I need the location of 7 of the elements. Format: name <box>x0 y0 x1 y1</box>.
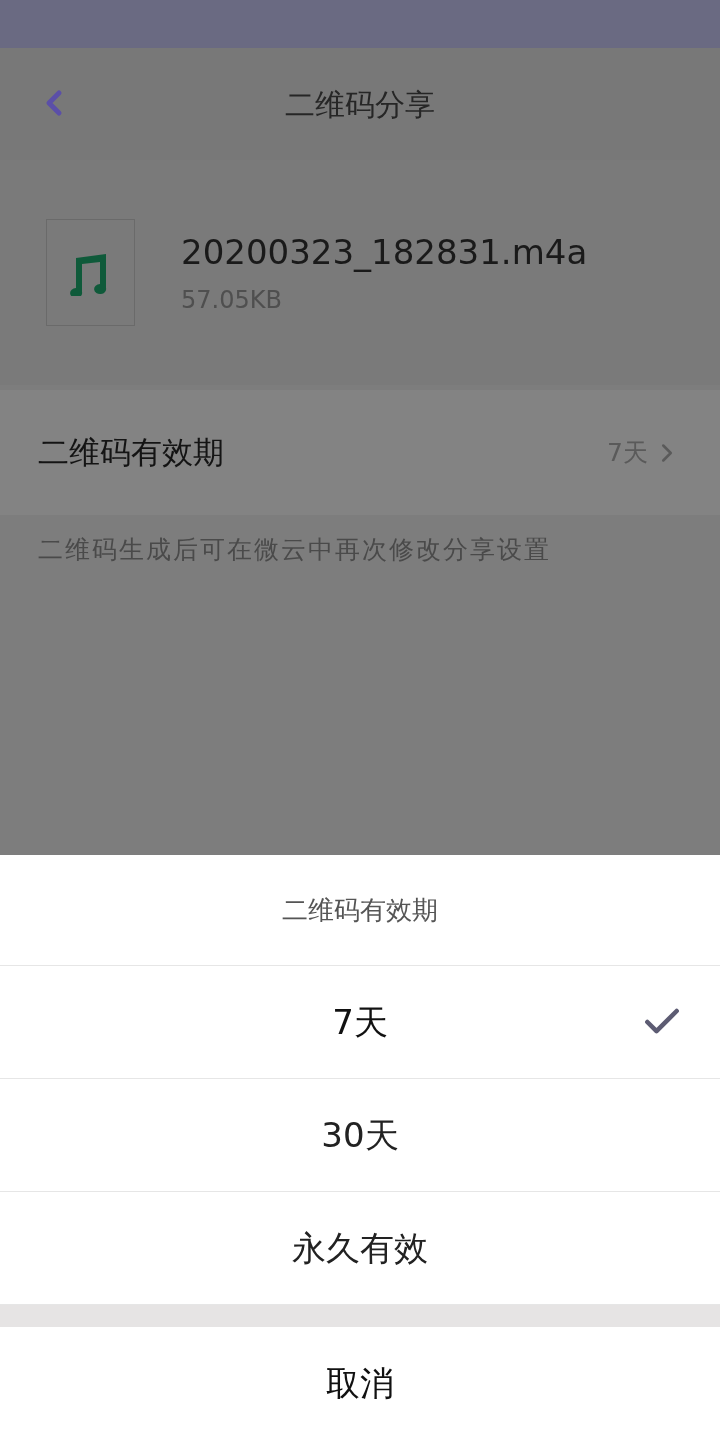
page-title: 二维码分享 <box>285 85 435 124</box>
sheet-title: 二维码有效期 <box>282 893 438 927</box>
option-label: 7天 <box>332 1000 388 1044</box>
file-name: 20200323_182831.m4a <box>181 231 588 274</box>
option-label: 30天 <box>321 1113 399 1157</box>
option-label: 永久有效 <box>292 1226 428 1270</box>
validity-label: 二维码有效期 <box>38 433 224 473</box>
